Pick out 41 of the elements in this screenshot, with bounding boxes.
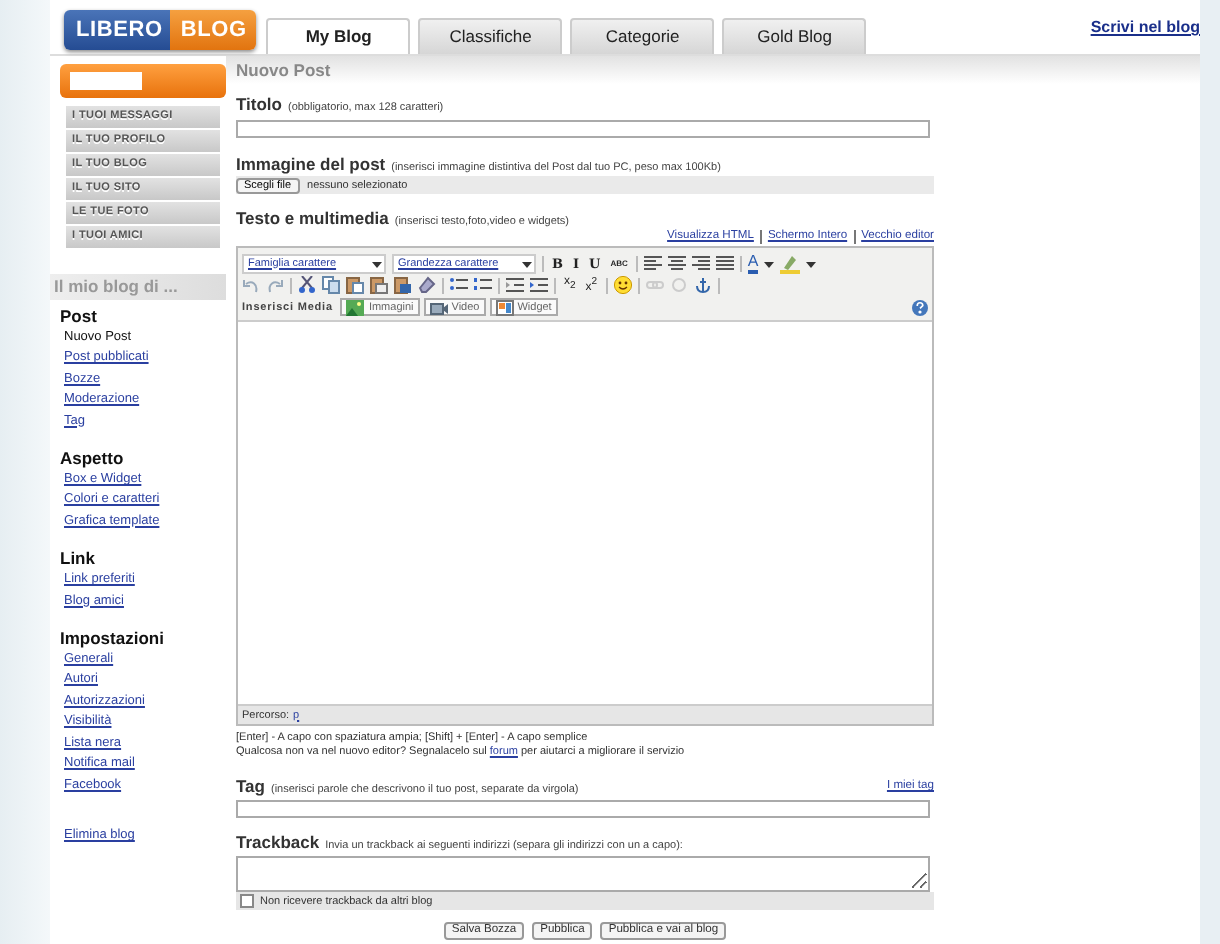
- numbered-list-icon[interactable]: [474, 276, 492, 294]
- section-heading: Il mio blog di ...: [50, 274, 226, 300]
- outdent-icon[interactable]: [506, 276, 524, 294]
- tab[interactable]: Classifiche: [418, 18, 563, 54]
- copy-icon[interactable]: [322, 276, 340, 294]
- video-camera-icon: [429, 299, 448, 315]
- field-label: Titolo: [236, 93, 282, 113]
- smiley-icon[interactable]: [613, 276, 632, 294]
- widget-icon: [495, 299, 514, 315]
- tag-field[interactable]: [236, 800, 930, 818]
- trackback-field[interactable]: [236, 856, 930, 892]
- field-label: Testo e multimedia: [236, 207, 389, 227]
- align-left-icon[interactable]: [643, 254, 662, 272]
- write-link[interactable]: Scrivi nel blog: [1090, 18, 1200, 36]
- help-icon[interactable]: [912, 299, 928, 315]
- paste-word-icon[interactable]: [394, 276, 412, 294]
- section-title: Link: [60, 548, 95, 569]
- anchor-icon[interactable]: [693, 276, 712, 294]
- input-field[interactable]: [70, 72, 142, 90]
- paste-text-icon[interactable]: [370, 276, 388, 294]
- text-color-button[interactable]: A: [747, 253, 759, 273]
- field-label: Trackback: [236, 831, 320, 851]
- checkbox[interactable]: [240, 894, 254, 908]
- title-field[interactable]: [236, 120, 930, 138]
- page-title: Nuovo Post: [226, 56, 1200, 84]
- tab[interactable]: Categorie: [570, 18, 715, 54]
- paste-icon[interactable]: [346, 276, 364, 294]
- tab[interactable]: Gold Blog: [722, 18, 867, 54]
- image-icon: [346, 299, 365, 315]
- cut-icon[interactable]: [298, 276, 316, 294]
- field-label: Immagine del post: [236, 153, 386, 173]
- indent-icon[interactable]: [530, 276, 548, 294]
- field-label: Tag: [236, 775, 265, 795]
- align-center-icon[interactable]: [667, 254, 686, 272]
- tab[interactable]: My Blog: [266, 18, 411, 54]
- section-title: Impostazioni: [60, 628, 164, 649]
- section-title: Post: [60, 306, 97, 326]
- justify-icon[interactable]: [715, 254, 734, 272]
- bullet-list-icon[interactable]: [450, 276, 468, 294]
- section-title: Aspetto: [60, 448, 124, 469]
- align-right-icon[interactable]: [691, 254, 710, 272]
